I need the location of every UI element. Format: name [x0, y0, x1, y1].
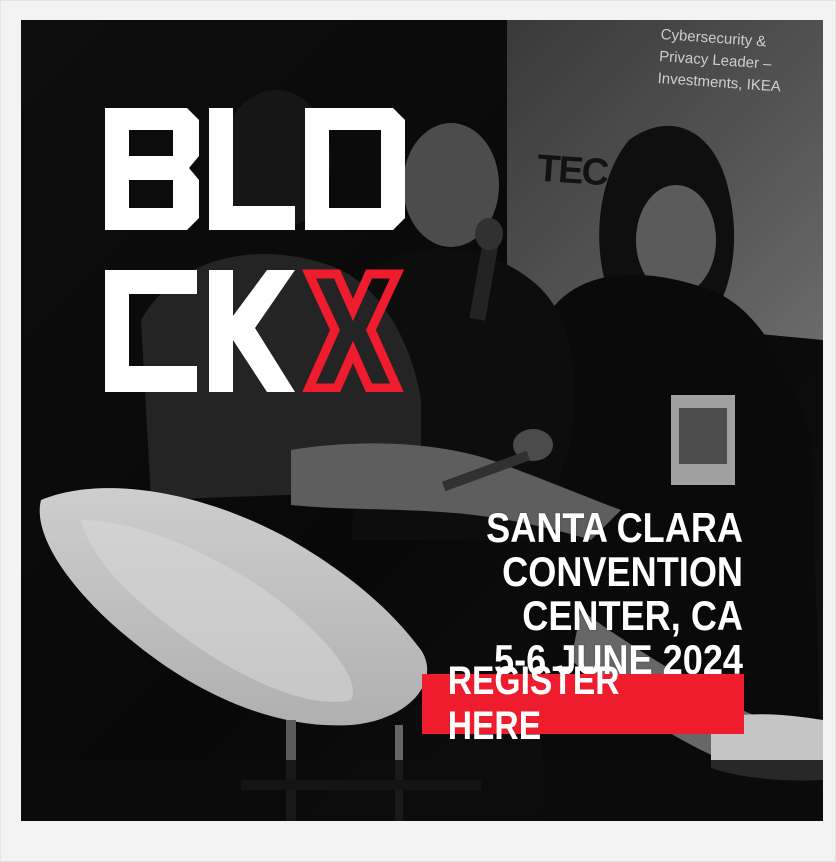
venue-line-1: SANTA CLARA CONVENTION — [486, 504, 743, 595]
screen-slide-word: TEC — [535, 147, 609, 195]
event-banner[interactable]: Cybersecurity & Privacy Leader – Investm… — [21, 20, 823, 821]
event-details: SANTA CLARA CONVENTION CENTER, CA 5-6 JU… — [277, 506, 743, 682]
screen-caption: Cybersecurity & Privacy Leader – Investm… — [657, 26, 782, 95]
register-button[interactable]: REGISTER HERE — [422, 659, 744, 748]
venue-line-2: CENTER, CA — [522, 592, 743, 639]
blockx-logo-icon — [105, 108, 405, 392]
page-frame: Cybersecurity & Privacy Leader – Investm… — [0, 0, 836, 862]
register-button-label: REGISTER HERE — [447, 659, 620, 748]
